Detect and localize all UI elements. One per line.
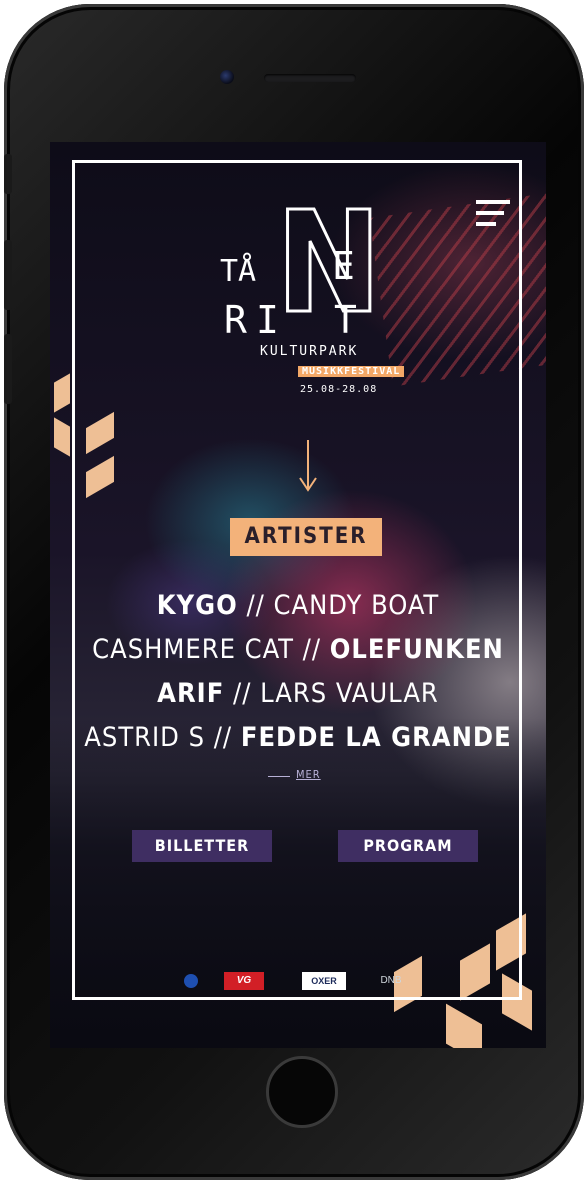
artist-candy-boat[interactable]: CANDY BOAT [274,590,440,621]
sponsor-emblem-icon [184,974,198,988]
lineup-line-1: KYGO // CANDY BOAT [50,590,546,621]
artist-kygo[interactable]: KYGO [157,590,238,621]
logo-letters-ta: TÅ [220,254,257,289]
sponsor-logos: VG OXER DNB [180,972,440,994]
sponsor-oxer[interactable]: OXER [302,972,346,990]
arrow-down-icon [299,440,317,492]
artist-arif[interactable]: ARIF [157,678,224,709]
arrow-right-line-icon [268,776,290,777]
artist-olefunken[interactable]: OLEFUNKEN [330,634,504,665]
logo-letter-e: E [332,244,355,288]
front-camera [220,70,234,84]
program-button[interactable]: PROGRAM [338,830,478,862]
artist-astrid-s[interactable]: ASTRID S [84,722,205,753]
logo-letter-t: T [334,298,357,342]
earpiece-speaker [264,74,356,82]
chevron-decoration-left-1 [54,373,70,413]
mute-switch [4,154,12,194]
sponsor-vg[interactable]: VG [224,972,264,990]
logo-letter-n: N [274,182,382,345]
logo-letter-r: R [224,298,247,342]
festival-dates: 25.08-28.08 [300,384,378,395]
tickets-button[interactable]: BILLETTER [132,830,272,862]
lineup-separator: // [224,678,261,709]
chevron-decoration-left-2 [54,417,70,457]
more-artists-link[interactable]: MER [296,768,321,781]
sponsor-dnb[interactable]: DNB [376,972,406,990]
lineup-line-2: CASHMERE CAT // OLEFUNKEN [50,634,546,665]
logo-subtitle: KULTURPARK [260,344,359,359]
artist-fedde-la-grande[interactable]: FEDDE LA GRANDE [241,722,512,753]
volume-up-button [4,240,12,310]
artists-heading-button[interactable]: ARTISTER [230,518,382,556]
lineup-separator: // [205,722,241,753]
lineup-line-4: ASTRID S // FEDDE LA GRANDE [50,722,546,753]
festival-logo[interactable]: TÅ N E R I T KULTURPARK MUSIKKFESTIVAL 2… [220,182,405,414]
app-screen: TÅ N E R I T KULTURPARK MUSIKKFESTIVAL 2… [50,142,546,1048]
volume-down-button [4,334,12,404]
artist-cashmere-cat[interactable]: CASHMERE CAT [92,634,294,665]
home-button[interactable] [266,1056,338,1128]
hamburger-menu-icon[interactable] [476,200,510,228]
logo-letter-i: I [256,298,279,342]
phone-frame: TÅ N E R I T KULTURPARK MUSIKKFESTIVAL 2… [4,4,584,1180]
lineup-separator: // [293,634,330,665]
lineup-line-3: ARIF // LARS VAULAR [50,678,546,709]
lineup-separator: // [237,590,274,621]
logo-tag: MUSIKKFESTIVAL [298,366,405,377]
artist-lars-vaular[interactable]: LARS VAULAR [260,678,439,709]
